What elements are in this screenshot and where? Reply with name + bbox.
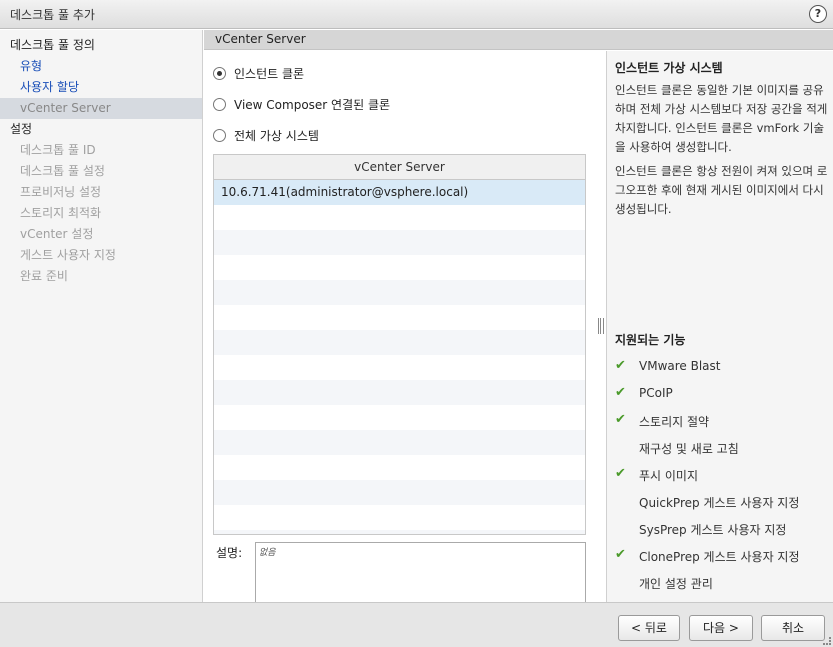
cancel-button[interactable]: 취소 [761, 615, 825, 641]
feature-label: 재구성 및 새로 고침 [639, 442, 739, 456]
radio-view-composer-linked-clone[interactable]: View Composer 연결된 클론 [213, 94, 390, 114]
feature-item: ✔ ClonePrep 게스트 사용자 지정 [615, 546, 830, 566]
feature-item: ✔ 스토리지 절약 [615, 411, 830, 431]
radio-icon[interactable] [213, 97, 226, 111]
check-icon: ✔ [615, 358, 626, 373]
table-row-empty [214, 280, 585, 305]
footer-bar: < 뒤로 다음 > 취소 [0, 602, 833, 647]
table-row[interactable]: 10.6.71.41(administrator@vsphere.local) [214, 180, 585, 205]
resize-grip-icon[interactable] [823, 637, 831, 645]
table-row-empty [214, 205, 585, 230]
feature-label: VMware Blast [639, 359, 721, 373]
sidebar-item-pool-settings: 데스크톱 풀 설정 [20, 164, 105, 178]
feature-item: ✔ VMware Blast [615, 357, 830, 377]
table-row-empty [214, 330, 585, 355]
description-field[interactable]: 없음 [255, 542, 586, 604]
table-row-empty [214, 255, 585, 280]
sidebar-item-vcenter-server[interactable]: vCenter Server [0, 98, 202, 119]
feature-item: 개인 설정 관리 [615, 573, 830, 593]
info-paragraph-2: 인스턴트 클론은 항상 전원이 켜져 있으며 로그오프한 후에 현재 게시된 이… [615, 164, 828, 216]
radio-icon[interactable] [213, 128, 226, 142]
table-row-empty [214, 305, 585, 330]
feature-label: QuickPrep 게스트 사용자 지정 [639, 496, 800, 510]
description-value: 없음 [259, 548, 276, 558]
feature-label: SysPrep 게스트 사용자 지정 [639, 523, 787, 537]
sidebar-item-guest-customization: 게스트 사용자 지정 [20, 248, 116, 262]
section-title: vCenter Server [215, 32, 306, 46]
check-icon: ✔ [615, 412, 626, 427]
title-bar: 데스크톱 풀 추가 ? [0, 0, 833, 29]
sidebar-item-user-assignment[interactable]: 사용자 할당 [0, 77, 202, 98]
window-title: 데스크톱 풀 추가 [10, 8, 95, 22]
feature-label: 개인 설정 관리 [639, 577, 713, 591]
radio-label: View Composer 연결된 클론 [234, 97, 391, 112]
splitter-handle[interactable] [598, 318, 604, 334]
sidebar-section-settings: 설정 [10, 122, 33, 136]
feature-item: ✔ PCoIP [615, 384, 830, 404]
radio-instant-clone[interactable]: 인스턴트 클론 [213, 63, 304, 83]
next-button[interactable]: 다음 > [689, 615, 753, 641]
feature-label: 푸시 이미지 [639, 469, 699, 483]
table-header[interactable]: vCenter Server [214, 155, 585, 180]
table-row-empty [214, 355, 585, 380]
radio-icon[interactable] [213, 66, 226, 80]
help-icon[interactable]: ? [809, 5, 827, 23]
sidebar-item-storage-optimization: 스토리지 최적화 [20, 206, 102, 220]
table-row-empty [214, 455, 585, 480]
back-button[interactable]: < 뒤로 [618, 615, 680, 641]
section-header: vCenter Server [204, 30, 833, 50]
radio-label: 인스턴트 클론 [234, 66, 305, 81]
feature-item: ✔ 푸시 이미지 [615, 465, 830, 485]
sidebar-item-type[interactable]: 유형 [0, 56, 202, 77]
table-row-empty [214, 380, 585, 405]
info-paragraph-1: 인스턴트 클론은 동일한 기본 이미지를 공유하며 전체 가상 시스템보다 저장… [615, 83, 828, 154]
table-row-empty [214, 505, 585, 530]
info-title: 인스턴트 가상 시스템 [615, 61, 723, 75]
wizard-sidebar: 데스크톱 풀 정의 유형 사용자 할당 vCenter Server 설정 데스… [0, 30, 203, 602]
sidebar-item-pool-id: 데스크톱 풀 ID [20, 143, 96, 157]
check-icon: ✔ [615, 547, 626, 562]
feature-label: ClonePrep 게스트 사용자 지정 [639, 550, 800, 564]
table-row-empty [214, 230, 585, 255]
feature-item: SysPrep 게스트 사용자 지정 [615, 519, 830, 539]
check-icon: ✔ [615, 385, 626, 400]
sidebar-item-vcenter-settings: vCenter 설정 [20, 227, 94, 241]
table-row-empty [214, 405, 585, 430]
radio-label: 전체 가상 시스템 [234, 128, 319, 143]
feature-item: 재구성 및 새로 고침 [615, 438, 830, 458]
sidebar-item-provisioning-settings: 프로비저닝 설정 [20, 185, 102, 199]
description-label: 설명: [216, 546, 243, 560]
info-panel: 인스턴트 가상 시스템 인스턴트 클론은 동일한 기본 이미지를 공유하며 전체… [606, 51, 833, 602]
table-row-empty [214, 530, 585, 534]
sidebar-section-pool-definition: 데스크톱 풀 정의 [10, 38, 95, 52]
sidebar-item-ready-to-complete: 완료 준비 [20, 269, 68, 283]
features-title: 지원되는 기능 [615, 333, 686, 347]
feature-label: 스토리지 절약 [639, 415, 710, 429]
check-icon: ✔ [615, 466, 626, 481]
table-row-empty [214, 430, 585, 455]
feature-label: PCoIP [639, 386, 673, 400]
table-row-empty [214, 480, 585, 505]
vcenter-server-table: vCenter Server 10.6.71.41(administrator@… [213, 154, 586, 535]
feature-item: QuickPrep 게스트 사용자 지정 [615, 492, 830, 512]
radio-full-virtual-machine[interactable]: 전체 가상 시스템 [213, 125, 319, 145]
